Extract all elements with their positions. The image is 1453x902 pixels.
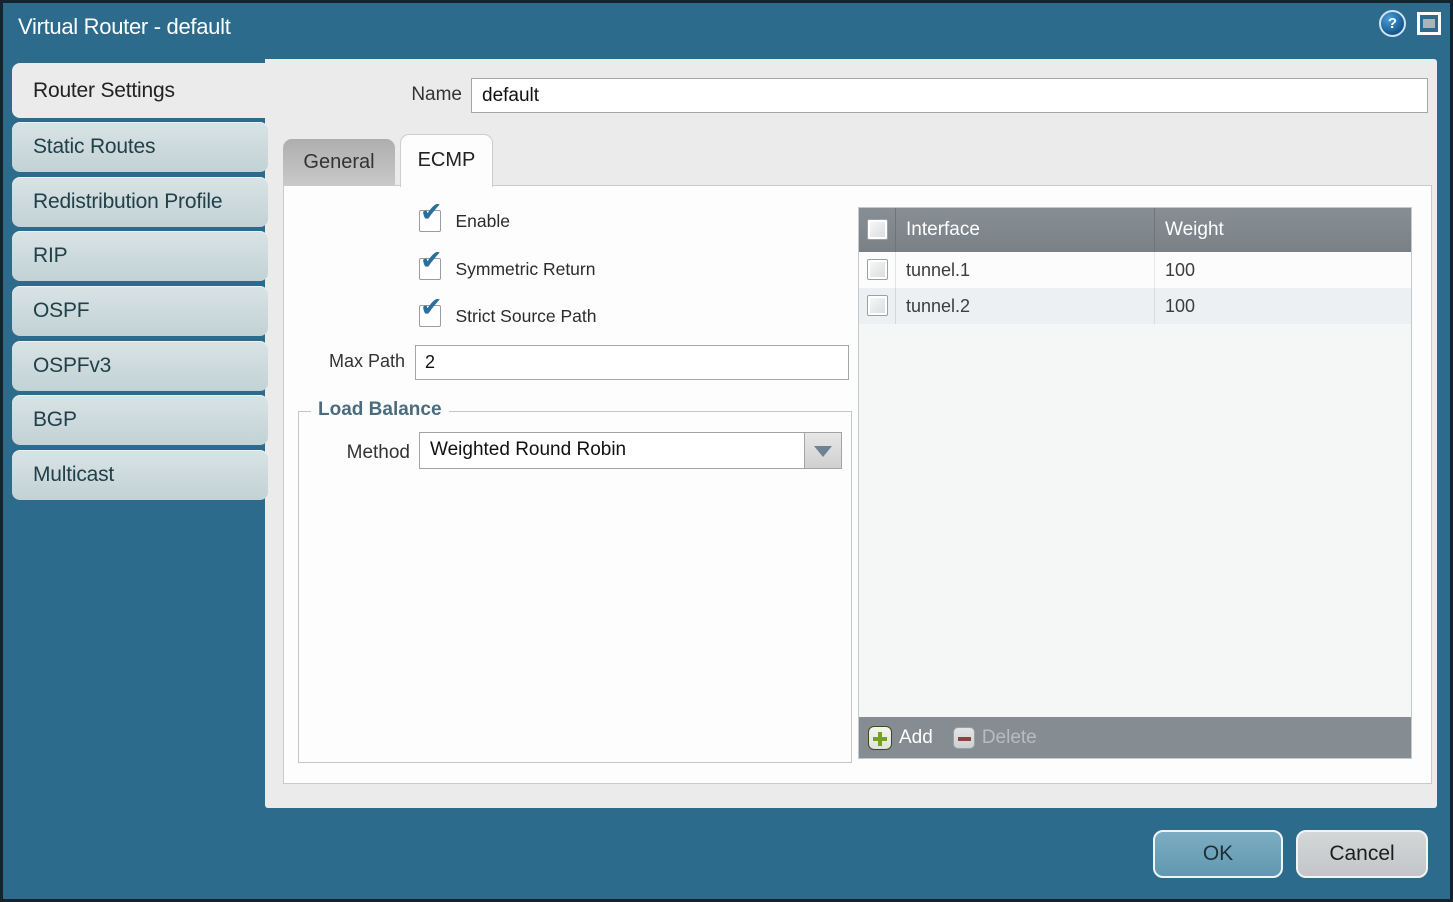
- cell-weight[interactable]: 100: [1155, 288, 1411, 324]
- strict-source-path-label: Strict Source Path: [455, 305, 596, 327]
- dropdown-arrow-button[interactable]: [804, 433, 841, 468]
- sidebar-item-ospfv3[interactable]: OSPFv3: [12, 341, 268, 391]
- column-header-interface[interactable]: Interface: [896, 208, 1155, 252]
- header-checkbox-cell: [859, 208, 896, 252]
- checkmark-icon: ✔: [420, 247, 443, 274]
- column-header-weight[interactable]: Weight: [1155, 208, 1411, 252]
- window-restore-icon[interactable]: [1417, 12, 1441, 35]
- add-button[interactable]: Add: [868, 726, 933, 750]
- table-row[interactable]: tunnel.2 100: [859, 288, 1411, 324]
- add-button-label: Add: [899, 727, 933, 749]
- table-row[interactable]: tunnel.1 100: [859, 252, 1411, 288]
- enable-label: Enable: [455, 210, 510, 232]
- symmetric-return-checkbox[interactable]: ✔: [419, 258, 441, 280]
- method-dropdown[interactable]: Weighted Round Robin: [419, 432, 842, 469]
- cell-weight[interactable]: 100: [1155, 252, 1411, 288]
- virtual-router-dialog: Virtual Router - default ? Router Settin…: [0, 0, 1453, 902]
- strict-source-path-checkbox[interactable]: ✔: [419, 305, 441, 327]
- delete-button[interactable]: Delete: [953, 727, 1037, 749]
- row-checkbox[interactable]: [867, 259, 888, 280]
- select-all-checkbox[interactable]: [867, 219, 888, 240]
- tab-general[interactable]: General: [283, 139, 395, 186]
- window-restore-glyph: [1423, 19, 1435, 28]
- row-checkbox[interactable]: [867, 295, 888, 316]
- sidebar-item-bgp[interactable]: BGP: [12, 395, 268, 445]
- sidebar-item-static-routes[interactable]: Static Routes: [12, 122, 268, 172]
- max-path-label: Max Path: [304, 351, 405, 372]
- method-label: Method: [319, 442, 410, 464]
- table-footer: Add Delete: [859, 717, 1411, 758]
- symmetric-return-row: ✔ Symmetric Return: [419, 258, 595, 282]
- minus-icon: [953, 727, 975, 749]
- name-input[interactable]: [471, 78, 1428, 113]
- table-header-row: Interface Weight: [859, 208, 1411, 252]
- max-path-input[interactable]: [415, 345, 849, 380]
- row-checkbox-cell: [859, 252, 896, 288]
- sidebar-item-multicast[interactable]: Multicast: [12, 450, 268, 500]
- sidebar-item-router-settings[interactable]: Router Settings: [12, 63, 270, 118]
- enable-checkbox[interactable]: ✔: [419, 210, 441, 232]
- enable-row: ✔ Enable: [419, 210, 510, 234]
- plus-icon: [868, 726, 892, 750]
- sidebar-item-ospf[interactable]: OSPF: [12, 286, 268, 336]
- sidebar-item-rip[interactable]: RIP: [12, 231, 268, 281]
- delete-button-label: Delete: [982, 727, 1037, 749]
- cell-interface[interactable]: tunnel.2: [896, 288, 1155, 324]
- load-balance-group: Load Balance Method Weighted Round Robin: [298, 411, 852, 763]
- ok-button[interactable]: OK: [1153, 830, 1283, 878]
- load-balance-legend: Load Balance: [311, 399, 449, 421]
- cancel-button[interactable]: Cancel: [1296, 830, 1428, 878]
- interface-table: Interface Weight tunnel.1 100 tunnel.2 1…: [858, 207, 1412, 759]
- cell-interface[interactable]: tunnel.1: [896, 252, 1155, 288]
- method-value: Weighted Round Robin: [430, 439, 626, 461]
- checkmark-icon: ✔: [420, 199, 443, 226]
- dialog-title: Virtual Router - default: [18, 14, 231, 40]
- chevron-down-icon: [814, 446, 832, 457]
- ecmp-tab-panel: ✔ Enable ✔ Symmetric Return ✔ Strict Sou…: [283, 185, 1432, 784]
- checkmark-icon: ✔: [420, 294, 443, 321]
- name-label: Name: [400, 84, 462, 106]
- sidebar-item-redistribution-profile[interactable]: Redistribution Profile: [12, 177, 268, 227]
- strict-source-path-row: ✔ Strict Source Path: [419, 305, 597, 329]
- help-icon[interactable]: ?: [1379, 10, 1406, 37]
- row-checkbox-cell: [859, 288, 896, 324]
- tab-ecmp[interactable]: ECMP: [400, 134, 493, 187]
- symmetric-return-label: Symmetric Return: [455, 258, 595, 280]
